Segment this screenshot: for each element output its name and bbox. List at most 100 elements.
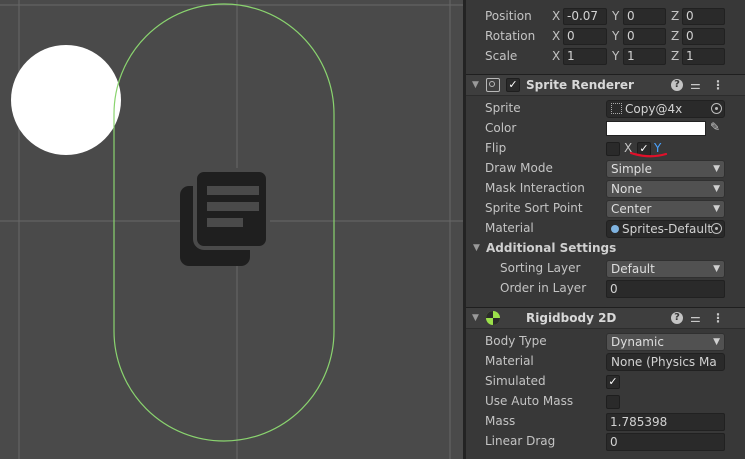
- sorting-layer-label: Sorting Layer: [500, 261, 581, 275]
- order-in-layer-label: Order in Layer: [500, 281, 587, 295]
- axis-z-label: Z: [671, 29, 680, 43]
- scene-view[interactable]: [0, 0, 463, 459]
- rotation-y-field[interactable]: 0: [623, 28, 666, 45]
- chevron-down-icon: ▼: [713, 204, 720, 214]
- rotation-row: Rotation X 0 Y 0 Z 0: [466, 27, 745, 47]
- rigidbody-2d-title: Rigidbody 2D: [526, 311, 617, 325]
- sprite-label: Sprite: [485, 101, 521, 115]
- fold-arrow-icon[interactable]: ▼: [472, 313, 479, 323]
- sliders-icon[interactable]: ⚌: [690, 311, 701, 325]
- rigidbody-2d-header[interactable]: ▼ Rigidbody 2D ? ⚌ ⋮: [466, 307, 745, 329]
- sprite-sort-point-label: Sprite Sort Point: [485, 201, 583, 215]
- material-sphere-icon: [611, 225, 619, 233]
- position-y-field[interactable]: 0: [623, 8, 666, 25]
- mass-field[interactable]: 1.785398: [606, 413, 725, 431]
- sprite-sort-point-dropdown[interactable]: Center ▼: [606, 200, 725, 218]
- help-icon[interactable]: ?: [671, 79, 683, 91]
- fold-arrow-icon[interactable]: ▼: [473, 243, 480, 253]
- chevron-down-icon: ▼: [713, 337, 720, 347]
- material-value: Sprites-Default: [622, 222, 713, 236]
- kebab-menu-icon[interactable]: ⋮: [712, 78, 724, 92]
- chevron-down-icon: ▼: [713, 164, 720, 174]
- sprite-renderer-header[interactable]: ▼ ✓ Sprite Renderer ? ⚌ ⋮: [466, 74, 745, 96]
- eyedropper-icon[interactable]: ✎: [710, 120, 720, 134]
- draw-mode-label: Draw Mode: [485, 161, 553, 175]
- color-label: Color: [485, 121, 517, 135]
- rotation-label: Rotation: [485, 29, 536, 43]
- chevron-down-icon: ▼: [713, 264, 720, 274]
- scale-y-field[interactable]: 1: [623, 48, 666, 65]
- scale-z-field[interactable]: 1: [682, 48, 725, 65]
- position-z-field[interactable]: 0: [682, 8, 725, 25]
- use-auto-mass-label: Use Auto Mass: [485, 394, 574, 408]
- rotation-z-field[interactable]: 0: [682, 28, 725, 45]
- simulated-checkbox[interactable]: ✓: [606, 375, 620, 389]
- scale-x-field[interactable]: 1: [563, 48, 607, 65]
- linear-drag-field[interactable]: 0: [606, 433, 725, 451]
- physics-material-field[interactable]: None (Physics Ma: [606, 353, 725, 371]
- axis-z-label: Z: [671, 49, 680, 63]
- sorting-layer-dropdown[interactable]: Default ▼: [606, 260, 725, 278]
- order-in-layer-row: Order in Layer 0: [466, 279, 745, 299]
- kebab-menu-icon[interactable]: ⋮: [712, 311, 724, 325]
- axis-z-label: Z: [671, 9, 680, 23]
- chevron-down-icon: ▼: [713, 184, 720, 194]
- sorting-layer-value: Default: [611, 262, 655, 276]
- position-row: Position X -0.07 Y 0 Z 0: [466, 7, 745, 27]
- physics-material-row: Material None (Physics Ma: [466, 352, 745, 372]
- position-label: Position: [485, 9, 532, 23]
- rigidbody-component-icon: [486, 311, 500, 325]
- sprite-renderer-enabled-checkbox[interactable]: ✓: [506, 78, 520, 92]
- use-auto-mass-checkbox[interactable]: [606, 395, 620, 409]
- additional-settings-title: Additional Settings: [486, 241, 617, 255]
- axis-x-label: X: [552, 49, 561, 63]
- object-picker-icon[interactable]: [711, 223, 722, 234]
- draw-mode-dropdown[interactable]: Simple ▼: [606, 160, 725, 178]
- linear-drag-row: Linear Drag 0: [466, 432, 745, 452]
- flip-row: Flip X ✓ Y: [466, 139, 745, 159]
- sprite-value: Copy@4x: [625, 102, 683, 116]
- scale-row: Scale X 1 Y 1 Z 1: [466, 47, 745, 67]
- body-type-dropdown[interactable]: Dynamic ▼: [606, 333, 725, 351]
- mass-label: Mass: [485, 414, 516, 428]
- sprite-sort-point-value: Center: [611, 202, 652, 216]
- draw-mode-row: Draw Mode Simple ▼: [466, 159, 745, 179]
- position-x-field[interactable]: -0.07: [563, 8, 607, 25]
- rotation-x-field[interactable]: 0: [563, 28, 607, 45]
- additional-settings-foldout[interactable]: ▼ Additional Settings: [466, 239, 745, 259]
- physics-material-value: None (Physics Ma: [611, 355, 717, 369]
- inspector-panel: Position X -0.07 Y 0 Z 0 Rotation X 0 Y …: [466, 0, 745, 459]
- axis-y-label: Y: [612, 49, 620, 63]
- sliders-icon[interactable]: ⚌: [690, 78, 701, 92]
- order-in-layer-field[interactable]: 0: [606, 280, 725, 298]
- mask-interaction-value: None: [611, 182, 643, 196]
- draw-mode-value: Simple: [611, 162, 652, 176]
- white-circle-sprite[interactable]: [11, 45, 121, 155]
- axis-y-label: Y: [612, 29, 620, 43]
- sprite-renderer-component-icon: [486, 78, 500, 92]
- help-icon[interactable]: ?: [671, 312, 683, 324]
- sprite-field[interactable]: Copy@4x: [606, 100, 725, 118]
- color-row: Color ✎: [466, 119, 745, 139]
- fold-arrow-icon[interactable]: ▼: [472, 80, 479, 90]
- flip-label: Flip: [485, 141, 507, 155]
- axis-x-label: X: [552, 9, 561, 23]
- use-auto-mass-row: Use Auto Mass: [466, 392, 745, 412]
- material-label: Material: [485, 221, 534, 235]
- material-field[interactable]: Sprites-Default: [606, 220, 725, 238]
- sprite-renderer-title: Sprite Renderer: [526, 78, 634, 92]
- scale-label: Scale: [485, 49, 518, 63]
- flip-x-checkbox[interactable]: [606, 142, 620, 156]
- document-stack-icon[interactable]: [180, 168, 270, 266]
- object-picker-icon[interactable]: [711, 103, 722, 114]
- body-type-label: Body Type: [485, 334, 547, 348]
- simulated-label: Simulated: [485, 374, 546, 388]
- mask-interaction-dropdown[interactable]: None ▼: [606, 180, 725, 198]
- sprite-thumbnail-icon: [611, 103, 622, 114]
- color-swatch[interactable]: [606, 121, 706, 136]
- axis-x-label: X: [552, 29, 561, 43]
- body-type-row: Body Type Dynamic ▼: [466, 332, 745, 352]
- scene-canvas: [0, 0, 463, 459]
- linear-drag-label: Linear Drag: [485, 434, 556, 448]
- sprite-row: Sprite Copy@4x: [466, 99, 745, 119]
